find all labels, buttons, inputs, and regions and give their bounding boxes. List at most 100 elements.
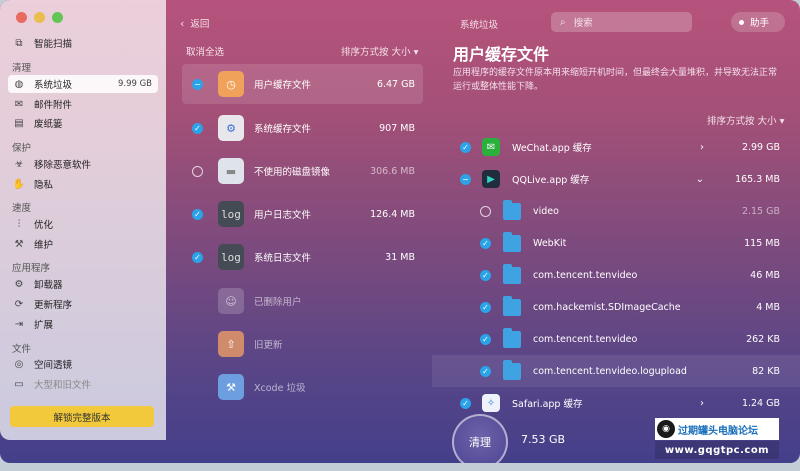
row-size: 165.3 MB <box>735 173 780 185</box>
sort-label: 排序方式按 大小 <box>341 47 411 58</box>
folder-icon <box>503 231 521 252</box>
checkbox-unchecked[interactable] <box>480 205 491 217</box>
item-size: 126.4 MB <box>370 208 415 220</box>
checkbox-checked[interactable]: ✓ <box>480 237 491 249</box>
list-item[interactable]: ▬ 不使用的磁盘镜像 306.6 MB <box>182 151 423 191</box>
chevron-right-icon[interactable]: › <box>700 142 704 153</box>
table-row[interactable]: ✓ com.tencent.tenvideo 262 KB <box>432 323 800 355</box>
checkbox-checked[interactable]: ✓ <box>480 301 491 313</box>
deselect-all-button[interactable]: 取消全选 <box>186 44 224 58</box>
chevron-down-icon[interactable]: ⌄ <box>696 174 704 185</box>
table-row[interactable]: ✓ com.tencent.tenvideo.logupload 82 KB <box>432 355 800 387</box>
list-item[interactable]: − ◷ 用户缓存文件 6.47 GB <box>182 64 423 104</box>
system-cache-icon: ⚙ <box>218 115 244 141</box>
mail-icon: ✉ <box>14 98 24 110</box>
disk-image-icon: ▬ <box>218 158 244 184</box>
sidebar-item-system-junk[interactable]: ◍ 系统垃圾 9.99 GB <box>8 75 158 93</box>
qqlive-icon: ▶ <box>482 170 500 188</box>
table-row[interactable]: − ▶ QQLive.app 缓存 ⌄ 165.3 MB <box>432 163 800 195</box>
minimize-window-button[interactable] <box>34 12 45 23</box>
assistant-button[interactable]: 助手 <box>731 12 785 32</box>
sidebar-item-maintenance[interactable]: ⚒ 维护 <box>8 235 158 253</box>
back-button[interactable]: ‹ 返回 <box>180 16 209 30</box>
watermark-logo-icon: ◉ <box>657 420 675 438</box>
sidebar-item-uninstaller[interactable]: ⚙ 卸载器 <box>8 275 158 293</box>
item-size: 907 MB <box>379 122 415 134</box>
clean-button[interactable]: 清理 <box>452 414 508 463</box>
safari-icon: ✧ <box>482 394 500 412</box>
checkbox-checked[interactable]: ✓ <box>480 269 491 281</box>
folder-icon <box>503 199 521 220</box>
checkbox-checked[interactable]: ✓ <box>460 397 471 409</box>
sidebar-item-extensions[interactable]: ⇥ 扩展 <box>8 315 158 333</box>
sidebar-item-label: 大型和旧文件 <box>34 380 92 391</box>
row-size: 262 KB <box>746 333 780 345</box>
row-name: com.tencent.tenvideo <box>533 333 638 345</box>
checkbox-checked[interactable]: ✓ <box>480 365 491 377</box>
list-item[interactable]: ✓ log 系统日志文件 31 MB <box>182 237 423 277</box>
sidebar-item-label: 优化 <box>34 220 54 231</box>
sidebar-item-label: 邮件附件 <box>34 100 73 111</box>
list-item[interactable]: ☺ 已删除用户 <box>182 281 423 321</box>
list-item[interactable]: ✓ ⚙ 系统缓存文件 907 MB <box>182 108 423 148</box>
row-size: 2.15 GB <box>741 205 780 217</box>
zoom-window-button[interactable] <box>52 12 63 23</box>
checkbox-mixed[interactable]: − <box>460 173 471 185</box>
sidebar-item-smart-scan[interactable]: ⧉ 智能扫描 <box>8 34 158 52</box>
checkbox-mixed[interactable]: − <box>192 78 203 90</box>
watermark-banner: ◉ 过期罐头电脑论坛 <box>655 418 779 440</box>
sidebar-item-label: 智能扫描 <box>34 39 73 50</box>
item-name: 系统日志文件 <box>254 253 312 264</box>
table-row[interactable]: ✓ WebKit 115 MB <box>432 227 800 259</box>
sidebar-item-mail-attachments[interactable]: ✉ 邮件附件 <box>8 95 158 113</box>
search-input[interactable]: ⌕ 搜索 <box>551 12 692 32</box>
middle-sort-dropdown[interactable]: 排序方式按 大小 ▾ <box>341 44 418 58</box>
checkbox-checked[interactable]: ✓ <box>192 251 203 263</box>
sidebar-item-label: 维护 <box>34 240 54 251</box>
item-name: 旧更新 <box>254 340 283 351</box>
list-item[interactable]: ✓ log 用户日志文件 126.4 MB <box>182 194 423 234</box>
sidebar-item-privacy[interactable]: ✋ 隐私 <box>8 175 158 193</box>
item-name: 已删除用户 <box>254 297 302 308</box>
sidebar-item-malware-removal[interactable]: ☣ 移除恶意软件 <box>8 155 158 173</box>
row-name: com.tencent.tenvideo.logupload <box>533 365 687 377</box>
sidebar-item-large-old-files[interactable]: ▭ 大型和旧文件 <box>8 375 158 393</box>
detail-sort-dropdown[interactable]: 排序方式按 大小 ▾ <box>707 113 784 127</box>
back-label: 返回 <box>190 19 210 30</box>
xcode-icon: ⚒ <box>218 374 244 400</box>
search-icon: ⌕ <box>560 16 566 28</box>
table-row[interactable]: ✓ com.hackemist.SDImageCache 4 MB <box>432 291 800 323</box>
biohazard-icon: ☣ <box>14 158 24 170</box>
row-name: com.hackemist.SDImageCache <box>533 301 681 313</box>
unlock-full-version-button[interactable]: 解锁完整版本 <box>10 406 154 427</box>
sidebar-item-label: 移除恶意软件 <box>34 160 92 171</box>
checkbox-checked[interactable]: ✓ <box>192 122 203 134</box>
table-row[interactable]: video 2.15 GB <box>432 195 800 227</box>
system-log-icon: log <box>218 244 244 270</box>
list-item[interactable]: ⚒ Xcode 垃圾 <box>182 367 423 407</box>
checkbox-checked[interactable]: ✓ <box>192 208 203 220</box>
row-size: 1.24 GB <box>741 397 780 409</box>
row-size: 46 MB <box>750 269 780 281</box>
table-row[interactable]: ✓ ✉ WeChat.app 缓存 › 2.99 GB <box>432 131 800 163</box>
sidebar-item-updater[interactable]: ⟳ 更新程序 <box>8 295 158 313</box>
sidebar: ⧉ 智能扫描 清理 ◍ 系统垃圾 9.99 GB ✉ 邮件附件 ▤ 废纸篓 保护… <box>0 0 166 440</box>
watermark-text: 过期罐头电脑论坛 <box>678 425 758 437</box>
folder-icon <box>503 295 521 316</box>
sidebar-item-space-lens[interactable]: ◎ 空间透镜 <box>8 355 158 373</box>
row-name: QQLive.app 缓存 <box>512 175 590 186</box>
user-log-icon: log <box>218 201 244 227</box>
item-name: 不使用的磁盘镜像 <box>254 167 331 178</box>
sidebar-section-speed: 速度 <box>12 203 32 214</box>
list-item[interactable]: ⇧ 旧更新 <box>182 324 423 364</box>
chevron-right-icon[interactable]: › <box>700 398 704 409</box>
sidebar-item-optimization[interactable]: ⫶ 优化 <box>8 215 158 233</box>
checkbox-checked[interactable]: ✓ <box>480 333 491 345</box>
checkbox-checked[interactable]: ✓ <box>460 141 471 153</box>
sliders-icon: ⫶ <box>17 218 21 230</box>
close-window-button[interactable] <box>16 12 27 23</box>
sidebar-item-trash[interactable]: ▤ 废纸篓 <box>8 114 158 132</box>
chevron-down-icon: ▾ <box>779 116 785 127</box>
checkbox-unchecked[interactable] <box>192 165 203 177</box>
table-row[interactable]: ✓ com.tencent.tenvideo 46 MB <box>432 259 800 291</box>
